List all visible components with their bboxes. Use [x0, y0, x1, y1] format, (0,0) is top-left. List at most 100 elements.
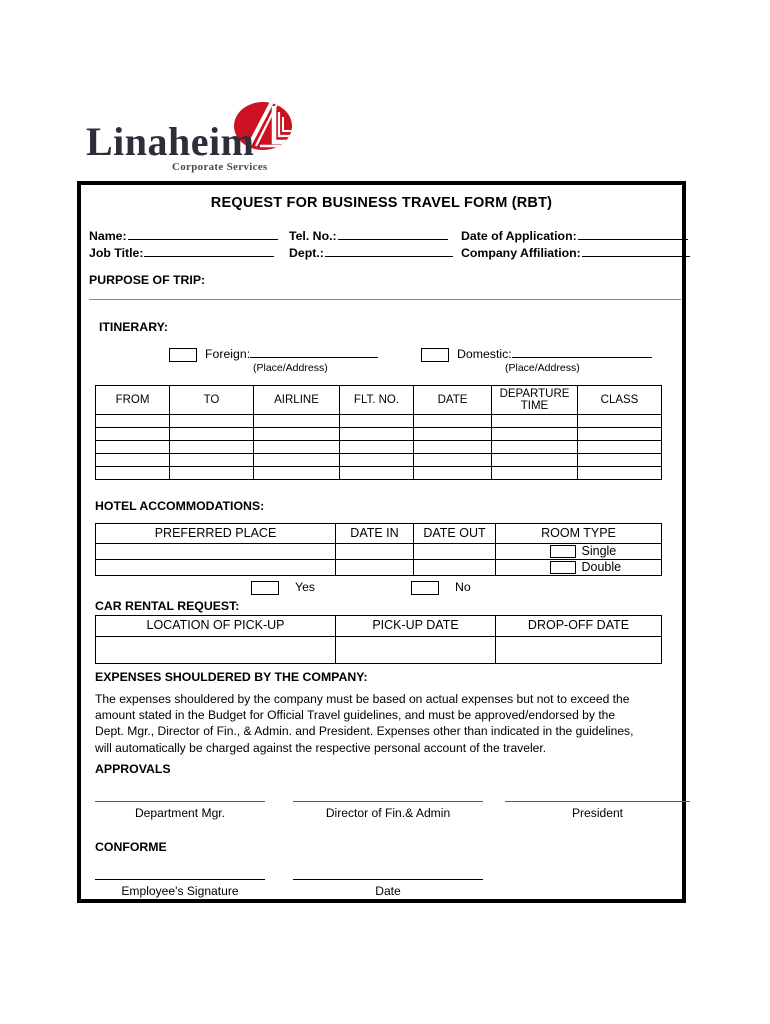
logo-tagline: Corporate Services	[172, 161, 268, 173]
itinerary-cell[interactable]	[413, 414, 492, 428]
tel-no-field-label: Tel. No.:	[289, 229, 337, 243]
itinerary-cell[interactable]	[491, 453, 578, 467]
hotel-col-date-in: DATE IN	[335, 523, 414, 544]
name-field[interactable]: Name:	[89, 227, 278, 243]
signature-slot-president[interactable]: President	[505, 801, 690, 820]
company-affiliation-rule[interactable]	[581, 244, 690, 257]
trip-type-foreign[interactable]: Foreign:	[169, 345, 379, 362]
itinerary-cell[interactable]	[169, 466, 254, 480]
dept-field[interactable]: Dept.:	[289, 244, 453, 260]
itinerary-cell[interactable]	[577, 453, 662, 467]
itinerary-col-flt-no: FLT. NO.	[339, 385, 414, 415]
name-field-rule[interactable]	[127, 227, 278, 240]
itinerary-cell[interactable]	[339, 466, 414, 480]
hotel-accommodations-label: HOTEL ACCOMMODATIONS:	[95, 499, 265, 513]
room-type-double-label: Double	[581, 559, 622, 574]
table-row[interactable]	[95, 440, 662, 454]
car-cell-location-of-pickup[interactable]	[95, 636, 336, 664]
itinerary-cell[interactable]	[169, 427, 254, 441]
hotel-cell-preferred-place[interactable]	[95, 543, 336, 560]
itinerary-cell[interactable]	[339, 414, 414, 428]
itinerary-cell[interactable]	[413, 453, 492, 467]
itinerary-cell[interactable]	[253, 466, 340, 480]
hotel-cell-date-out[interactable]	[413, 559, 496, 576]
table-row[interactable]: Double	[95, 559, 662, 576]
itinerary-cell[interactable]	[95, 427, 170, 441]
header-fields-row-1: Name: Tel. No.: Date of Application:	[89, 227, 688, 243]
table-row[interactable]	[95, 453, 662, 467]
itinerary-cell[interactable]	[413, 427, 492, 441]
purpose-of-trip-input[interactable]	[89, 299, 681, 300]
room-type-double-cell[interactable]: Double	[495, 559, 662, 576]
yes-label: Yes	[295, 580, 316, 594]
itinerary-cell[interactable]	[253, 427, 340, 441]
dept-field-label: Dept.:	[289, 246, 324, 260]
company-affiliation-field[interactable]: Company Affiliation:	[461, 244, 690, 260]
itinerary-cell[interactable]	[169, 440, 254, 454]
date-of-application-label: Date of Application:	[461, 229, 577, 243]
room-type-double-checkbox[interactable]	[549, 561, 576, 574]
dept-field-rule[interactable]	[324, 244, 453, 257]
itinerary-cell[interactable]	[339, 427, 414, 441]
car-cell-pickup-date[interactable]	[335, 636, 496, 664]
hotel-cell-preferred-place[interactable]	[95, 559, 336, 576]
room-type-single-cell[interactable]: Single	[495, 543, 662, 560]
hotel-confirm-yes[interactable]: Yes	[251, 580, 315, 595]
tel-no-field[interactable]: Tel. No.:	[289, 227, 448, 243]
itinerary-cell[interactable]	[491, 414, 578, 428]
itinerary-cell[interactable]	[491, 440, 578, 454]
itinerary-cell[interactable]	[339, 453, 414, 467]
trip-type-domestic[interactable]: Domestic:	[421, 345, 652, 362]
date-of-application-rule[interactable]	[577, 227, 688, 240]
hotel-confirm-no[interactable]: No	[411, 580, 471, 595]
itinerary-cell[interactable]	[169, 414, 254, 428]
itinerary-cell[interactable]	[95, 414, 170, 428]
signature-slot-date[interactable]: Date	[293, 879, 483, 898]
itinerary-cell[interactable]	[95, 466, 170, 480]
itinerary-cell[interactable]	[169, 453, 254, 467]
yes-checkbox[interactable]	[251, 580, 279, 595]
table-row[interactable]	[95, 636, 662, 664]
name-field-label: Name:	[89, 229, 127, 243]
table-row[interactable]: Single	[95, 543, 662, 560]
itinerary-cell[interactable]	[491, 466, 578, 480]
itinerary-cell[interactable]	[253, 414, 340, 428]
itinerary-cell[interactable]	[95, 440, 170, 454]
car-cell-dropoff-date[interactable]	[495, 636, 662, 664]
foreign-checkbox[interactable]	[169, 347, 197, 362]
table-row[interactable]	[95, 427, 662, 441]
purpose-of-trip-label: PURPOSE OF TRIP:	[89, 273, 206, 287]
domestic-label: Domestic:	[457, 347, 512, 361]
itinerary-cell[interactable]	[491, 427, 578, 441]
hotel-cell-date-out[interactable]	[413, 543, 496, 560]
room-type-single-checkbox[interactable]	[549, 545, 576, 558]
table-row[interactable]	[95, 466, 662, 480]
hotel-cell-date-in[interactable]	[335, 543, 414, 560]
logo-wordmark: Linaheim	[86, 119, 255, 164]
table-row[interactable]	[95, 414, 662, 428]
expenses-body-text: The expenses shouldered by the company m…	[95, 692, 634, 755]
domestic-place-rule[interactable]	[511, 345, 652, 358]
itinerary-cell[interactable]	[253, 453, 340, 467]
itinerary-cell[interactable]	[413, 440, 492, 454]
itinerary-cell[interactable]	[339, 440, 414, 454]
itinerary-label: ITINERARY:	[99, 320, 168, 334]
domestic-checkbox[interactable]	[421, 347, 449, 362]
hotel-cell-date-in[interactable]	[335, 559, 414, 576]
signature-slot-employee[interactable]: Employee's Signature	[95, 879, 265, 898]
itinerary-cell[interactable]	[577, 466, 662, 480]
itinerary-cell[interactable]	[253, 440, 340, 454]
itinerary-cell[interactable]	[577, 414, 662, 428]
job-title-field[interactable]: Job Title:	[89, 244, 275, 260]
date-of-application-field[interactable]: Date of Application:	[461, 227, 688, 243]
tel-no-field-rule[interactable]	[337, 227, 448, 240]
signature-slot-director-fin-admin[interactable]: Director of Fin.& Admin	[293, 801, 483, 820]
itinerary-cell[interactable]	[413, 466, 492, 480]
job-title-field-rule[interactable]	[144, 244, 275, 257]
signature-slot-department-mgr[interactable]: Department Mgr.	[95, 801, 265, 820]
foreign-place-rule[interactable]	[250, 345, 379, 358]
itinerary-cell[interactable]	[577, 427, 662, 441]
itinerary-cell[interactable]	[95, 453, 170, 467]
itinerary-cell[interactable]	[577, 440, 662, 454]
no-checkbox[interactable]	[411, 580, 439, 595]
